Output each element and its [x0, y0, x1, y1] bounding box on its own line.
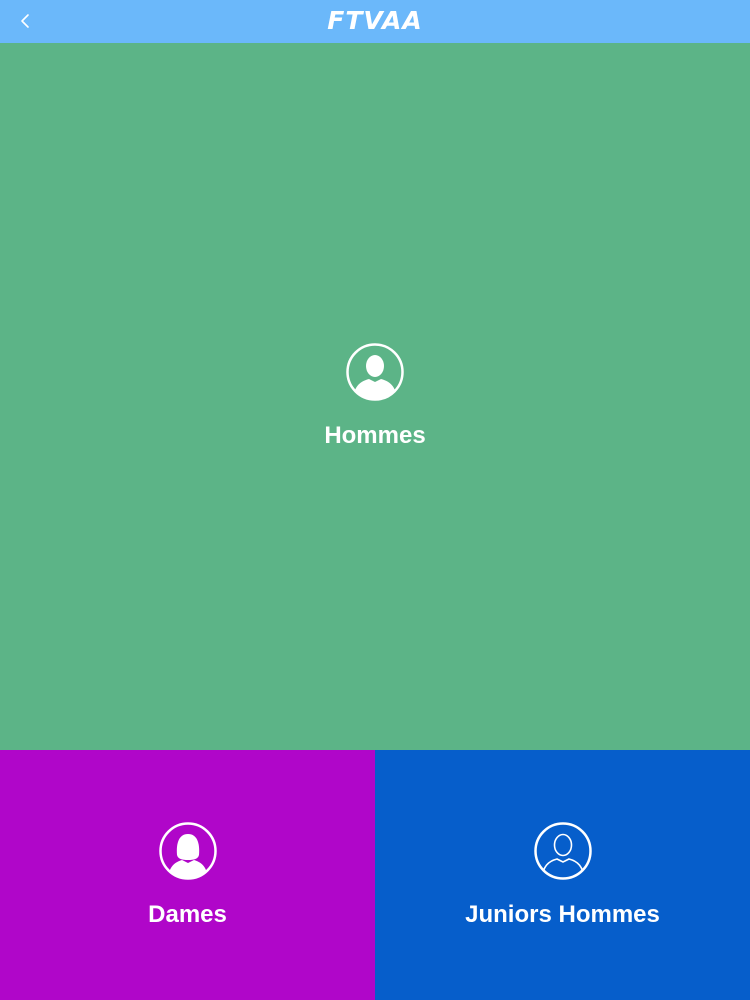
chevron-left-icon	[21, 14, 29, 28]
category-label-dames: Dames	[148, 900, 227, 928]
header-bar: FTVAA	[0, 0, 750, 43]
category-tile-juniors-hommes[interactable]: Juniors Hommes	[375, 750, 750, 1000]
category-tile-dames[interactable]: Dames	[0, 750, 375, 1000]
category-label-juniors-hommes: Juniors Hommes	[465, 900, 660, 928]
app-screen: FTVAA Hommes Dames Juniors Hommes	[0, 0, 750, 1000]
app-logo-title: FTVAA	[327, 6, 423, 35]
man-avatar-icon	[346, 343, 404, 401]
category-label-hommes: Hommes	[324, 422, 426, 450]
woman-avatar-icon	[158, 821, 217, 880]
category-tile-hommes[interactable]: Hommes	[0, 43, 750, 750]
man-outline-avatar-icon	[533, 821, 592, 880]
back-button[interactable]	[10, 6, 40, 36]
